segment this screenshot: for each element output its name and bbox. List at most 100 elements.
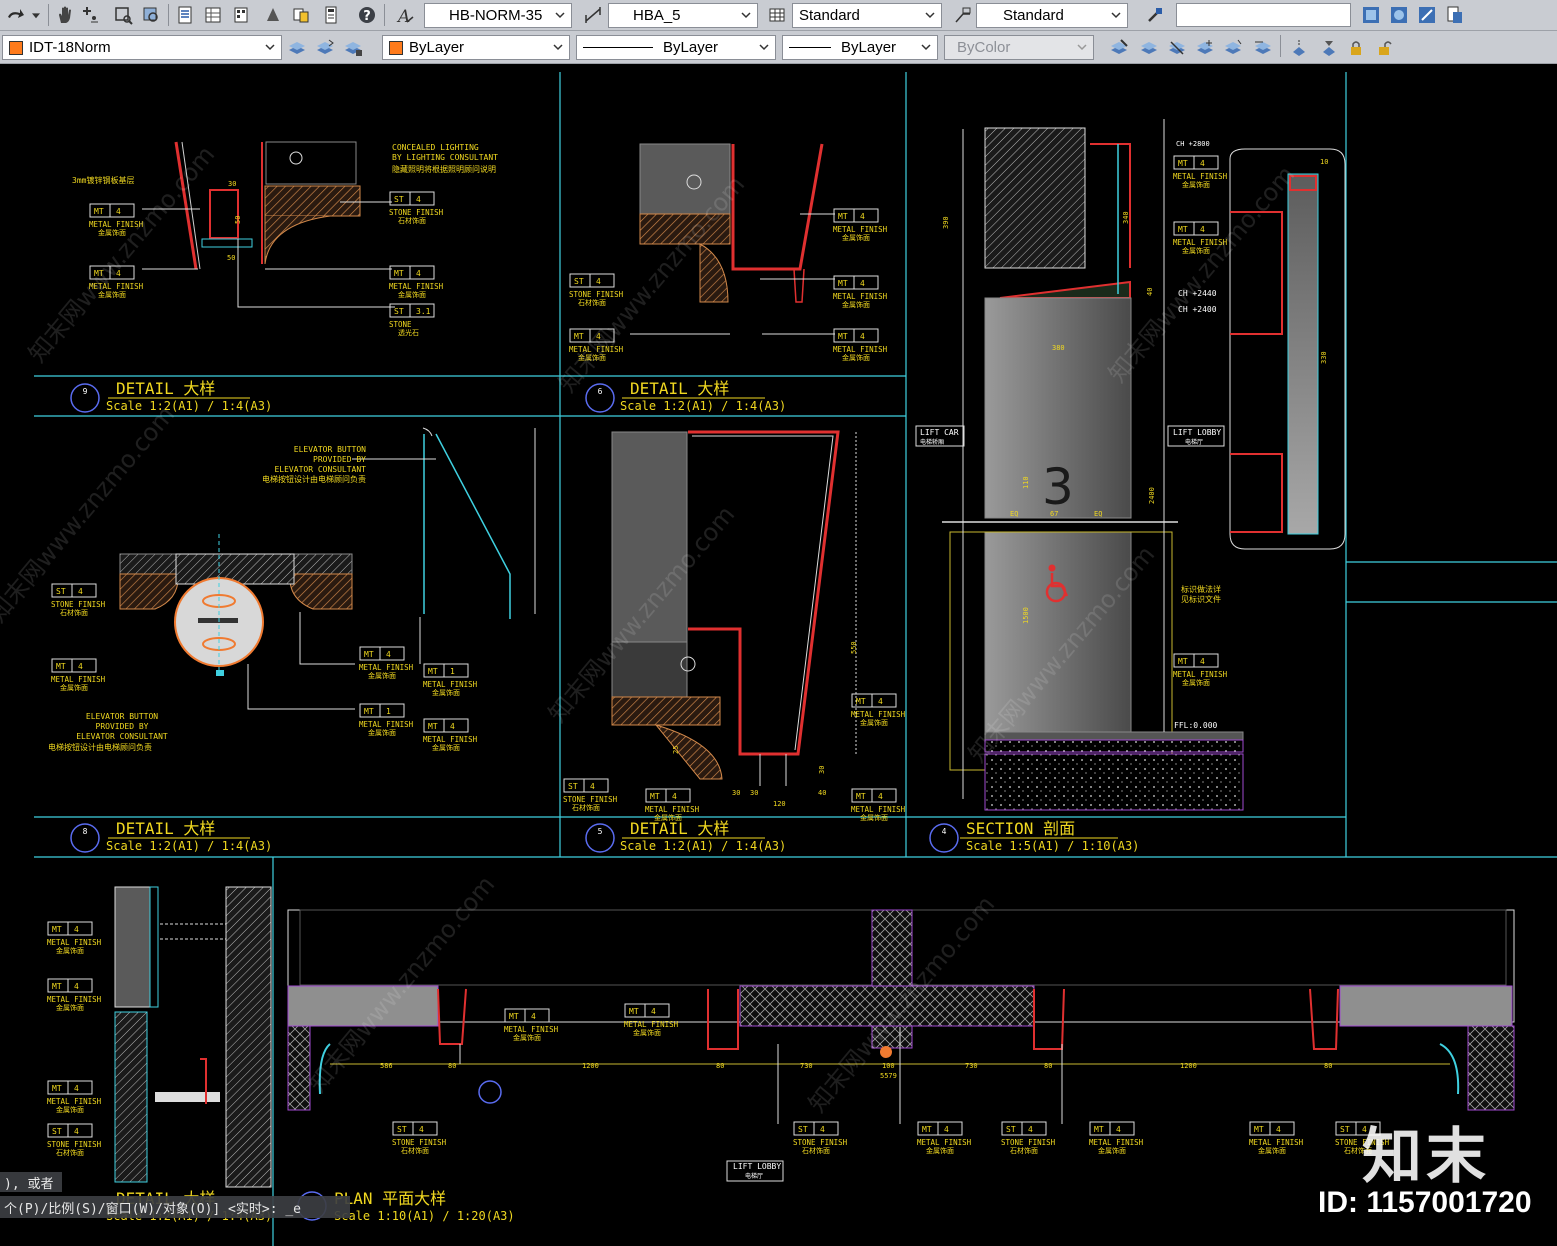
material-tag-code: ST <box>397 1125 407 1134</box>
material-tag-name-cn: 金属饰面 <box>654 813 682 822</box>
note-elevator-btn-2c: ELEVATOR CONSULTANT <box>76 732 168 741</box>
text-style-icon[interactable]: A <box>394 4 416 26</box>
table-style-icon[interactable] <box>766 4 788 26</box>
note-concealed-lighting-1: CONCEALED LIGHTING <box>392 143 479 152</box>
sheet-set-icon[interactable] <box>262 4 284 26</box>
material-tag-name: METAL FINISH <box>1173 670 1228 679</box>
material-tag-mt1: MT 1 METAL FINISH金属饰面 <box>359 703 414 737</box>
table-style-combo[interactable]: Standard <box>792 3 942 28</box>
dimension-style-icon[interactable] <box>582 4 604 26</box>
material-tag-name: METAL FINISH <box>423 735 478 744</box>
layer-walk-icon[interactable] <box>1252 37 1274 59</box>
note-concealed-lighting-3: 隐藏照明将根据照明顾问说明 <box>392 164 496 174</box>
dimension-label: 30 <box>732 789 740 797</box>
properties-icon[interactable] <box>174 4 196 26</box>
material-tag-name: STONE FINISH <box>793 1138 848 1147</box>
chevron-down-icon <box>555 12 565 19</box>
plotstyle-combo[interactable]: ByColor <box>944 35 1094 60</box>
layout-icon[interactable] <box>1444 4 1466 26</box>
plotstyle-value: ByColor <box>957 39 1011 56</box>
material-tag-name: STONE FINISH <box>563 795 618 804</box>
material-tag-number: 4 <box>596 277 601 286</box>
layer-freeze-icon[interactable] <box>1194 37 1216 59</box>
material-tag-code: ST <box>1006 1125 1016 1134</box>
material-tag-mt4: MT 4 METAL FINISH金属饰面 <box>51 658 106 692</box>
redo-arrow-icon[interactable] <box>4 4 26 26</box>
model-space-canvas[interactable]: 9 DETAIL 大样 Scale 1:2(A1) / 1:4(A3) 6 DE… <box>0 64 1557 1246</box>
material-tag-name-cn: 石材饰面 <box>398 216 426 225</box>
material-tag-name: STONE <box>389 320 412 329</box>
dimension-label: 390 <box>942 216 950 229</box>
layer-states-icon[interactable] <box>342 37 364 59</box>
linetype-combo[interactable]: ByLayer <box>576 35 776 60</box>
viewport-scale-icon[interactable] <box>1416 4 1438 26</box>
title-scale: Scale 1:2(A1) / 1:4(A3) <box>620 399 786 413</box>
dimension-label: 50 <box>234 216 242 224</box>
design-center-icon[interactable] <box>202 4 224 26</box>
layer-lock-icon[interactable] <box>1222 37 1244 59</box>
tool-palettes-icon[interactable] <box>230 4 252 26</box>
layer-unlock-key-icon[interactable] <box>1374 37 1396 59</box>
material-tag-code: MT <box>856 697 866 706</box>
lineweight-combo[interactable]: ByLayer <box>782 35 938 60</box>
layer-change-icon[interactable] <box>1318 37 1340 59</box>
layer-unisolate-icon[interactable] <box>1138 37 1160 59</box>
material-tag-number: 4 <box>74 925 79 934</box>
layer-previous-icon[interactable] <box>314 37 336 59</box>
title-text: DETAIL 大样 <box>116 819 215 838</box>
markup-set-icon[interactable] <box>290 4 312 26</box>
command-line-input[interactable]: 个(P)/比例(S)/窗口(W)/对象(O)] <实时>: _e <box>0 1196 350 1218</box>
help-icon[interactable]: ? <box>356 4 378 26</box>
material-tag-mt1: MT 1 METAL FINISH金属饰面 <box>423 663 478 697</box>
chevron-down-icon <box>265 44 275 51</box>
multileader-icon[interactable] <box>952 4 974 26</box>
material-tag-number: 4 <box>860 212 865 221</box>
layer-lock-key-icon[interactable] <box>1346 37 1368 59</box>
redo-dropdown-icon[interactable] <box>28 4 44 26</box>
dimension-label: 40 <box>818 789 826 797</box>
multileader-style-combo[interactable]: HBA_5 <box>608 3 758 28</box>
cad-drawing[interactable]: 9 DETAIL 大样 Scale 1:2(A1) / 1:4(A3) 6 DE… <box>0 64 1557 1246</box>
material-tag-number: 4 <box>878 697 883 706</box>
multileader-style-2-combo[interactable]: Standard <box>976 3 1128 28</box>
search-input[interactable] <box>1176 3 1351 27</box>
layer-match-icon[interactable] <box>1288 37 1310 59</box>
clip-viewport-icon[interactable] <box>1388 4 1410 26</box>
zoom-realtime-icon[interactable] <box>80 4 102 26</box>
layer-color-swatch <box>9 40 23 55</box>
zoom-previous-icon[interactable] <box>140 4 162 26</box>
material-tag-name-cn: 金属饰面 <box>56 946 84 955</box>
layer-off-icon[interactable] <box>1166 37 1188 59</box>
material-tag-name-cn: 金属饰面 <box>860 718 888 727</box>
material-tag-name: METAL FINISH <box>1249 1138 1304 1147</box>
pan-hand-icon[interactable] <box>54 4 76 26</box>
make-object-layer-current-icon[interactable] <box>286 37 308 59</box>
layer-combo[interactable]: IDT-18Norm <box>2 35 282 60</box>
dimension-label: 730 <box>800 1062 813 1070</box>
dimstyle-combo[interactable]: HB-NORM-35 <box>424 3 572 28</box>
material-tag-code: ST <box>1340 1125 1350 1134</box>
layer-isolate-icon[interactable] <box>1108 37 1130 59</box>
material-tag-code: MT <box>838 212 848 221</box>
dimension-label: 2400 <box>1148 487 1156 504</box>
material-tag-code: MT <box>856 792 866 801</box>
material-tag-code: ST <box>798 1125 808 1134</box>
dimension-label: 1500 <box>1022 607 1030 624</box>
material-tag-name-cn: 金属饰面 <box>926 1146 954 1155</box>
label-lift-car-cn: 电梯轿厢 <box>920 438 944 446</box>
material-tag-name: METAL FINISH <box>47 1097 102 1106</box>
material-tag-name: METAL FINISH <box>504 1025 559 1034</box>
note-elevator-btn-1d: 电梯按钮设计由电梯顾问负责 <box>262 474 366 484</box>
color-combo[interactable]: ByLayer <box>382 35 570 60</box>
material-tag-name: METAL FINISH <box>917 1138 972 1147</box>
zoom-window-icon[interactable] <box>112 4 134 26</box>
viewport-icon[interactable] <box>1360 4 1382 26</box>
quickcalc-icon[interactable] <box>320 4 342 26</box>
match-properties-icon[interactable] <box>1144 4 1166 26</box>
material-tag-st4: ST 4 STONE FINISH石材饰面 <box>392 1121 447 1155</box>
material-tag-name-cn: 金属饰面 <box>432 743 460 752</box>
material-tag-code: ST <box>568 782 578 791</box>
title-number: 6 <box>598 387 603 396</box>
material-tag-number: 4 <box>1200 657 1205 666</box>
detail-bottom-drawing <box>114 886 272 1188</box>
